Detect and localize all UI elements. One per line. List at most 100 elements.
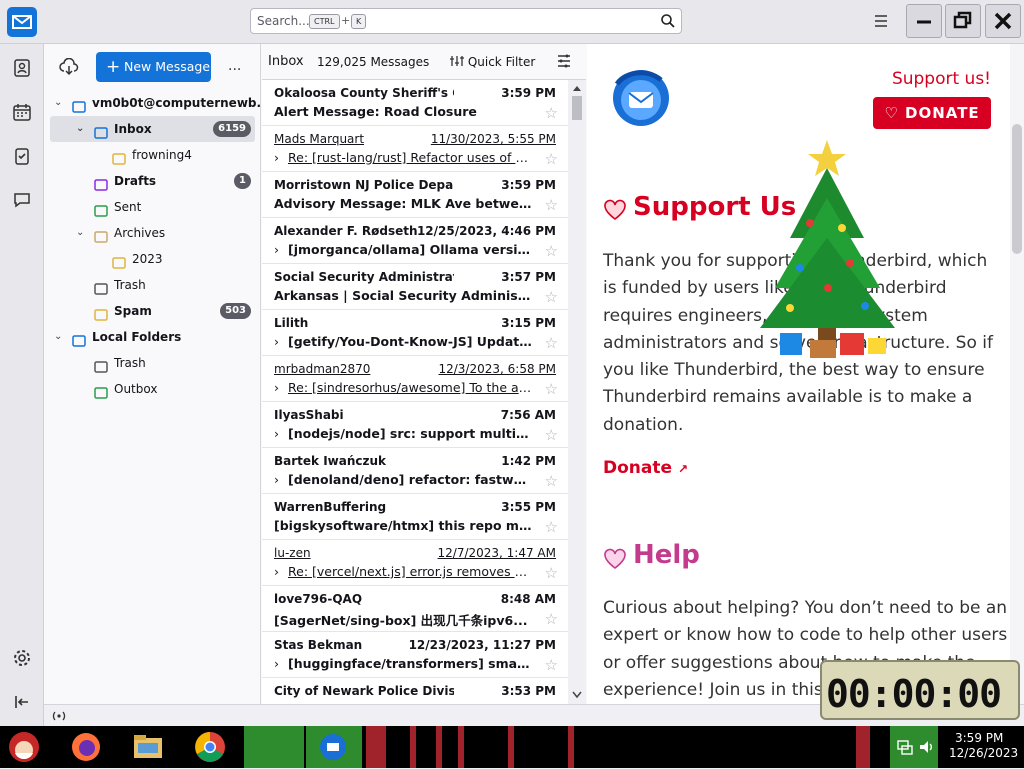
chat-icon[interactable] (8, 186, 36, 214)
folder-item[interactable]: ⌄ Inbox 6159 (50, 116, 255, 142)
taskbar-window-button[interactable] (366, 726, 386, 768)
address-book-icon[interactable] (8, 54, 36, 82)
message-row[interactable]: Stas Bekman 12/23/2023, 11:27 PM › [hugging… (262, 632, 568, 678)
star-icon[interactable]: ☆ (545, 106, 558, 121)
network-icon[interactable] (896, 738, 914, 756)
desktop-clock-widget[interactable]: 00:00:00 (820, 660, 1020, 720)
expand-twisty-icon[interactable]: ⌄ (76, 220, 84, 246)
message-row[interactable]: IlyasShabi 7:56 AM › [nodejs/node] src: sup… (262, 402, 568, 448)
folder-item[interactable]: frowning4 (50, 142, 255, 168)
message-row[interactable]: Social Security Administration 3:57 PM Ark… (262, 264, 568, 310)
system-tray[interactable] (890, 726, 938, 768)
taskbar-tree-app[interactable] (244, 726, 304, 768)
thread-chevron-icon[interactable]: › (274, 656, 288, 671)
message-row[interactable]: love796-QAQ 8:48 AM [SagerNet/sing-box] 出现… (262, 586, 568, 632)
star-icon[interactable]: ☆ (545, 612, 558, 627)
taskbar-window-button[interactable] (410, 726, 416, 768)
donate-button[interactable]: ♡ DONATE (873, 97, 991, 129)
message-row[interactable]: Lilith 3:15 PM › [getify/You-Dont-Know-JS] … (262, 310, 568, 356)
star-icon[interactable]: ☆ (545, 382, 558, 397)
folder-item[interactable]: ⌄ Archives (50, 220, 255, 246)
message-row[interactable]: Alexander F. Rødseth 12/25/2023, 4:46 PM ›… (262, 218, 568, 264)
start-button-santa-icon[interactable] (6, 729, 42, 765)
message-row[interactable]: Bartek Iwańczuk 1:42 PM › [denoland/deno] r… (262, 448, 568, 494)
thread-chevron-icon[interactable]: › (274, 334, 288, 349)
scroll-up-icon[interactable] (568, 81, 586, 95)
more-options-button[interactable]: ... (228, 58, 241, 74)
app-menu-button[interactable] (866, 8, 896, 34)
star-icon[interactable]: ☆ (545, 474, 558, 489)
thread-chevron-icon[interactable]: › (274, 426, 288, 441)
folder-item[interactable]: 2023 (50, 246, 255, 272)
star-icon[interactable]: ☆ (545, 658, 558, 673)
folder-item[interactable]: Spam 503 (50, 298, 255, 324)
thread-chevron-icon[interactable]: › (274, 472, 288, 487)
star-icon[interactable]: ☆ (545, 244, 558, 259)
volume-icon[interactable] (918, 738, 936, 756)
taskbar-window-button[interactable] (856, 726, 870, 768)
taskbar-window-button[interactable] (458, 726, 464, 768)
thread-chevron-icon[interactable]: › (274, 242, 288, 257)
search-input[interactable]: Search... CTRL + K (250, 8, 682, 34)
expand-twisty-icon[interactable]: ⌄ (76, 116, 84, 142)
minimize-button[interactable] (906, 4, 942, 38)
star-icon[interactable]: ☆ (545, 198, 558, 213)
quick-filter-button[interactable]: Quick Filter (450, 55, 535, 69)
mail-app-icon[interactable] (7, 7, 37, 37)
scroll-down-icon[interactable] (568, 688, 586, 702)
list-display-options-icon[interactable] (556, 53, 572, 72)
thread-chevron-icon[interactable]: › (274, 380, 288, 395)
donate-link[interactable]: Donate ↗ (603, 458, 688, 478)
taskbar-window-button[interactable] (568, 726, 574, 768)
star-icon[interactable]: ☆ (545, 520, 558, 535)
message-row[interactable]: Okaloosa County Sheriff's Office 3:59 PM A… (262, 80, 568, 126)
folder-label: Drafts (114, 174, 157, 188)
tasks-icon[interactable] (8, 142, 36, 170)
taskbar-window-button[interactable] (436, 726, 442, 768)
content-scrollbar[interactable] (1010, 44, 1024, 704)
message-row[interactable]: WarrenBuffering 3:55 PM [bigskysoftware/ht… (262, 494, 568, 540)
folder-item[interactable]: Drafts 1 (50, 168, 255, 194)
star-icon[interactable]: ☆ (545, 566, 558, 581)
message-row[interactable]: mrbadman2870 12/3/2023, 6:58 PM › Re: [sind… (262, 356, 568, 402)
thread-chevron-icon[interactable]: › (274, 150, 288, 165)
support-us-link[interactable]: Support us! (892, 69, 991, 89)
expand-twisty-icon[interactable]: ⌄ (54, 324, 62, 350)
file-manager-icon[interactable] (130, 729, 166, 765)
star-icon[interactable]: ☆ (545, 290, 558, 305)
star-icon[interactable]: ☆ (545, 428, 558, 443)
taskbar-date[interactable]: 12/26/2023 (949, 746, 1018, 760)
expand-twisty-icon[interactable]: ⌄ (54, 90, 62, 116)
content-scroll-thumb[interactable] (1012, 124, 1022, 254)
online-status-icon[interactable] (50, 709, 68, 723)
message-row[interactable]: Morristown NJ Police Department 3:59 PM Ad… (262, 172, 568, 218)
scroll-thumb[interactable] (572, 96, 582, 120)
calendar-icon[interactable] (8, 98, 36, 126)
message-row[interactable]: Mads Marquart 11/30/2023, 5:55 PM › Re: [ru… (262, 126, 568, 172)
folder-item[interactable]: ⌄ vm0b0t@computernewb... (50, 90, 270, 116)
chrome-icon[interactable] (192, 729, 228, 765)
taskbar-time[interactable]: 3:59 PM (955, 731, 1003, 745)
star-icon[interactable]: ☆ (545, 152, 558, 167)
folder-item[interactable]: Sent (50, 194, 255, 220)
taskbar-thunderbird-app[interactable] (306, 726, 362, 768)
star-icon[interactable]: ☆ (545, 336, 558, 351)
collapse-spaces-icon[interactable] (8, 688, 36, 716)
heart-icon (603, 199, 627, 225)
get-messages-icon[interactable] (58, 57, 80, 76)
thread-chevron-icon[interactable]: › (274, 564, 288, 579)
search-icon[interactable] (660, 13, 676, 32)
message-list-scrollbar[interactable] (568, 80, 586, 704)
new-message-button[interactable]: + New Message (96, 52, 211, 82)
firefox-icon[interactable] (68, 729, 104, 765)
message-row[interactable]: lu-zen 12/7/2023, 1:47 AM › Re: [vercel/nex… (262, 540, 568, 586)
settings-gear-icon[interactable] (8, 644, 36, 672)
restore-button[interactable] (945, 4, 981, 38)
folder-item[interactable]: Trash (50, 350, 255, 376)
taskbar-window-button[interactable] (508, 726, 514, 768)
folder-item[interactable]: ⌄ Local Folders (50, 324, 255, 350)
close-button[interactable] (985, 4, 1021, 38)
folder-item[interactable]: Trash (50, 272, 255, 298)
account-icon (72, 96, 86, 113)
folder-item[interactable]: Outbox (50, 376, 255, 402)
